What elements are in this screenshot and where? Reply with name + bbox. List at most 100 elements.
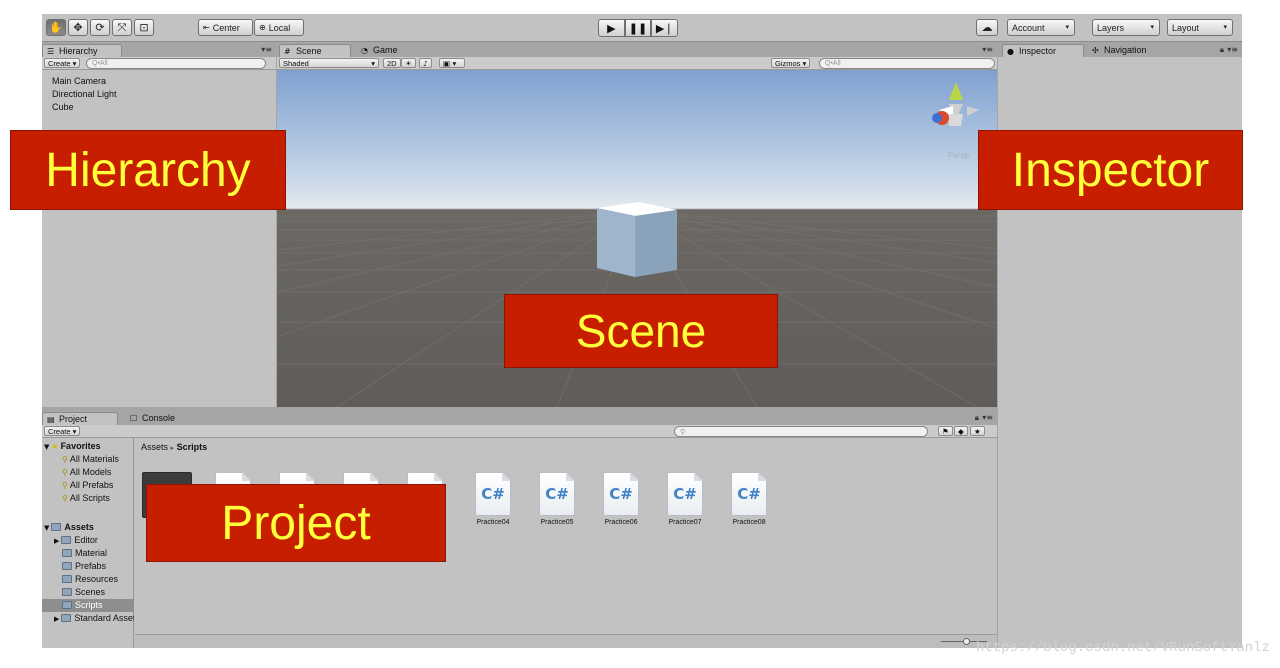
callout-hierarchy: Hierarchy <box>10 130 286 210</box>
panel-menu-icon[interactable]: ▾≡ <box>1227 45 1238 54</box>
asset-script[interactable]: C# Practice08 <box>721 472 777 526</box>
tab-scene[interactable]: # Scene <box>279 44 351 57</box>
tab-game-label: Game <box>373 45 398 55</box>
rotate-tool-button[interactable]: ⟳ <box>90 19 110 36</box>
search-icon: ⚲ <box>62 481 68 490</box>
hierarchy-search-input[interactable]: Q•All <box>86 58 266 69</box>
tab-inspector[interactable]: ● Inspector <box>1002 44 1084 57</box>
create-dropdown[interactable]: Create ▾ <box>44 426 81 436</box>
slider-handle[interactable] <box>963 638 970 645</box>
asset-name: Practice07 <box>668 519 702 526</box>
folder-icon <box>62 562 72 570</box>
assets-folder[interactable]: ▼ Assets <box>44 521 94 534</box>
tab-scene-label: Scene <box>296 46 322 56</box>
create-dropdown[interactable]: Create ▾ <box>44 58 81 68</box>
lock-icon[interactable]: 🔒︎ <box>975 413 979 423</box>
create-label: Create <box>48 427 71 436</box>
asset-script[interactable]: C# Practice06 <box>593 472 649 526</box>
tab-console[interactable]: ☐ Console <box>126 412 196 425</box>
favorite-item[interactable]: ⚲ All Materials <box>62 453 119 466</box>
inspector-tabbar: ● Inspector ✣ Navigation 🔒︎ ▾≡ <box>998 43 1242 57</box>
layers-label: Layers <box>1097 22 1125 33</box>
cloud-button[interactable]: ☁ <box>976 19 998 36</box>
step-button[interactable]: ▶❘ <box>651 19 679 37</box>
console-icon: ☐ <box>130 414 138 423</box>
project-tabbar: ▤ Project ☐ Console 🔒︎ ▾≡ <box>42 411 997 425</box>
shading-mode-dropdown[interactable]: Shaded ▾ <box>279 58 379 68</box>
asset-script[interactable]: C# Practice04 <box>465 472 521 526</box>
account-label: Account <box>1012 22 1045 33</box>
tab-project[interactable]: ▤ Project <box>42 412 118 425</box>
asset-script[interactable]: C# Practice07 <box>657 472 713 526</box>
account-dropdown[interactable]: Account ▾ <box>1007 19 1075 36</box>
tab-console-label: Console <box>142 413 176 423</box>
pivot-center-button[interactable]: ⇤ Center <box>198 19 253 36</box>
folder-item[interactable]: ▶ Standard Assets <box>54 612 134 625</box>
favorite-item[interactable]: ⚲ All Prefabs <box>62 479 113 492</box>
filter-label-button[interactable]: ◆ <box>954 426 968 436</box>
tab-hierarchy[interactable]: ☰ Hierarchy <box>42 44 122 57</box>
favorite-item[interactable]: ⚲ All Models <box>62 466 111 479</box>
folder-item[interactable]: Scenes <box>62 586 105 599</box>
space-local-button[interactable]: ⊕ Local <box>254 19 304 36</box>
breadcrumb-separator: ▸ <box>170 444 175 452</box>
watermark: https://blog.csdn.net/VRunSoftYanlz <box>975 640 1270 656</box>
folder-item[interactable]: Resources <box>62 573 118 586</box>
layout-dropdown[interactable]: Layout ▾ <box>1167 19 1233 36</box>
scene-search-input[interactable]: Q•All <box>819 58 995 69</box>
pivot-label: Center <box>212 22 240 33</box>
search-icon: ⚲ <box>680 428 686 436</box>
folder-icon <box>62 588 72 596</box>
breadcrumb: Assets ▸ Scripts <box>141 442 207 452</box>
folder-icon: ▤ <box>47 415 55 424</box>
persp-label[interactable]: Persp <box>948 151 969 160</box>
folder-icon <box>62 575 72 583</box>
folder-icon <box>62 601 72 609</box>
tab-navigation-label: Navigation <box>1104 45 1147 55</box>
folder-item[interactable]: Prefabs <box>62 560 106 573</box>
2d-label: 2D <box>387 59 397 68</box>
folder-item[interactable]: Material <box>62 547 107 560</box>
gizmos-dropdown[interactable]: Gizmos ▾ <box>771 58 811 68</box>
sun-icon: ☀ <box>405 59 412 68</box>
gizmos-label: Gizmos <box>775 59 801 68</box>
project-search-input[interactable]: ⚲ <box>674 426 928 437</box>
panel-menu-icon[interactable]: ▾≡ <box>261 45 272 54</box>
hand-tool-button[interactable]: ✋ <box>46 19 66 36</box>
folder-item[interactable]: ▶ Editor <box>54 534 98 547</box>
tab-game[interactable]: ◔ Game <box>357 44 417 57</box>
folder-icon <box>61 614 72 622</box>
filter-type-button[interactable]: ⚑ <box>938 426 953 436</box>
search-icon: ⚲ <box>62 494 68 503</box>
list-item[interactable]: Directional Light <box>52 88 117 101</box>
favorites-header[interactable]: ▼ ★ Favorites <box>44 440 101 453</box>
asset-script[interactable]: C# Practice05 <box>529 472 585 526</box>
move-tool-button[interactable]: ✥ <box>68 19 88 36</box>
favorite-button[interactable]: ★ <box>970 426 985 436</box>
lighting-toggle-button[interactable]: ☀ <box>401 58 416 68</box>
layers-dropdown[interactable]: Layers ▾ <box>1092 19 1160 36</box>
folder-item-selected[interactable]: Scripts <box>42 599 134 612</box>
audio-toggle-button[interactable]: ♪ <box>419 58 432 68</box>
shading-label: Shaded <box>283 59 309 68</box>
list-item[interactable]: Main Camera <box>52 75 117 88</box>
list-item[interactable]: Cube <box>52 101 117 114</box>
panel-menu-icon[interactable]: ▾≡ <box>982 413 993 422</box>
panel-menu-icon[interactable]: ▾≡ <box>982 45 993 54</box>
pivot-icon: ⇤ <box>203 23 210 32</box>
effects-dropdown[interactable]: ▣ ▾ <box>439 58 465 68</box>
pause-button[interactable]: ❚❚ <box>624 19 652 37</box>
scale-tool-button[interactable]: ⤧ <box>112 19 132 36</box>
favorite-item[interactable]: ⚲ All Scripts <box>62 492 110 505</box>
csharp-file-icon: C# <box>667 472 703 516</box>
breadcrumb-root[interactable]: Assets <box>141 442 168 452</box>
play-button[interactable]: ▶ <box>598 19 625 37</box>
rect-tool-button[interactable]: ⊡ <box>134 19 154 36</box>
tab-navigation[interactable]: ✣ Navigation <box>1088 44 1168 57</box>
hand-icon: ✋ <box>49 21 63 34</box>
orientation-gizmo[interactable] <box>932 82 979 126</box>
2d-toggle-button[interactable]: 2D <box>383 58 401 68</box>
breadcrumb-current[interactable]: Scripts <box>177 442 208 452</box>
lock-icon[interactable]: 🔒︎ <box>1220 45 1224 55</box>
asset-name: Practice04 <box>476 519 510 526</box>
